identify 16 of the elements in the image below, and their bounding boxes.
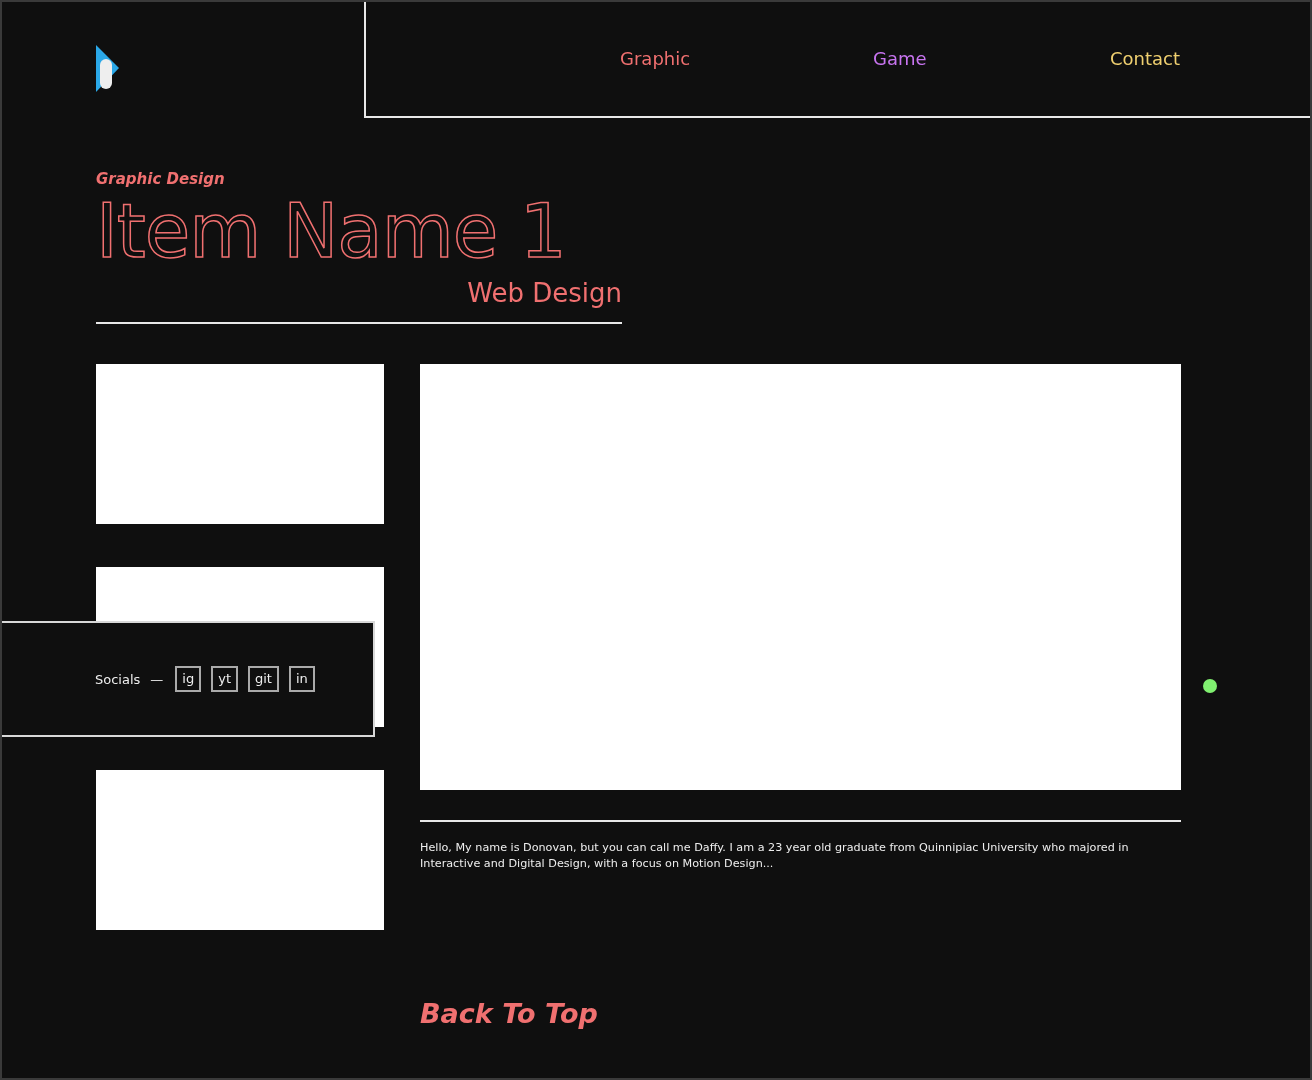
dash: — bbox=[150, 671, 164, 687]
description: Hello, My name is Donovan, but you can call me Daffy. I am a 23 year old graduate from Quinnipiac University who majored in Interactive and Digital Design, with a focus on Motion Design... bbox=[420, 840, 1130, 872]
social-link[interactable]: in bbox=[288, 666, 315, 692]
social-link[interactable]: yt bbox=[211, 666, 238, 692]
status-dot bbox=[1203, 679, 1217, 693]
social-link[interactable]: git bbox=[248, 666, 279, 692]
subtitle: Web Design bbox=[466, 278, 622, 308]
category-label: Graphic Design bbox=[96, 170, 226, 188]
item-title: Item Name 1 bbox=[96, 194, 567, 268]
nav-link[interactable]: Game bbox=[873, 47, 1110, 69]
socials-label: Socials bbox=[95, 671, 141, 687]
nav-link[interactable]: Contact bbox=[1110, 47, 1310, 69]
nav-link[interactable]: Graphic bbox=[620, 47, 873, 69]
back-to-top-link[interactable]: Back To Top bbox=[420, 998, 598, 1029]
logo-icon bbox=[95, 45, 121, 93]
social-link[interactable]: ig bbox=[175, 666, 202, 692]
